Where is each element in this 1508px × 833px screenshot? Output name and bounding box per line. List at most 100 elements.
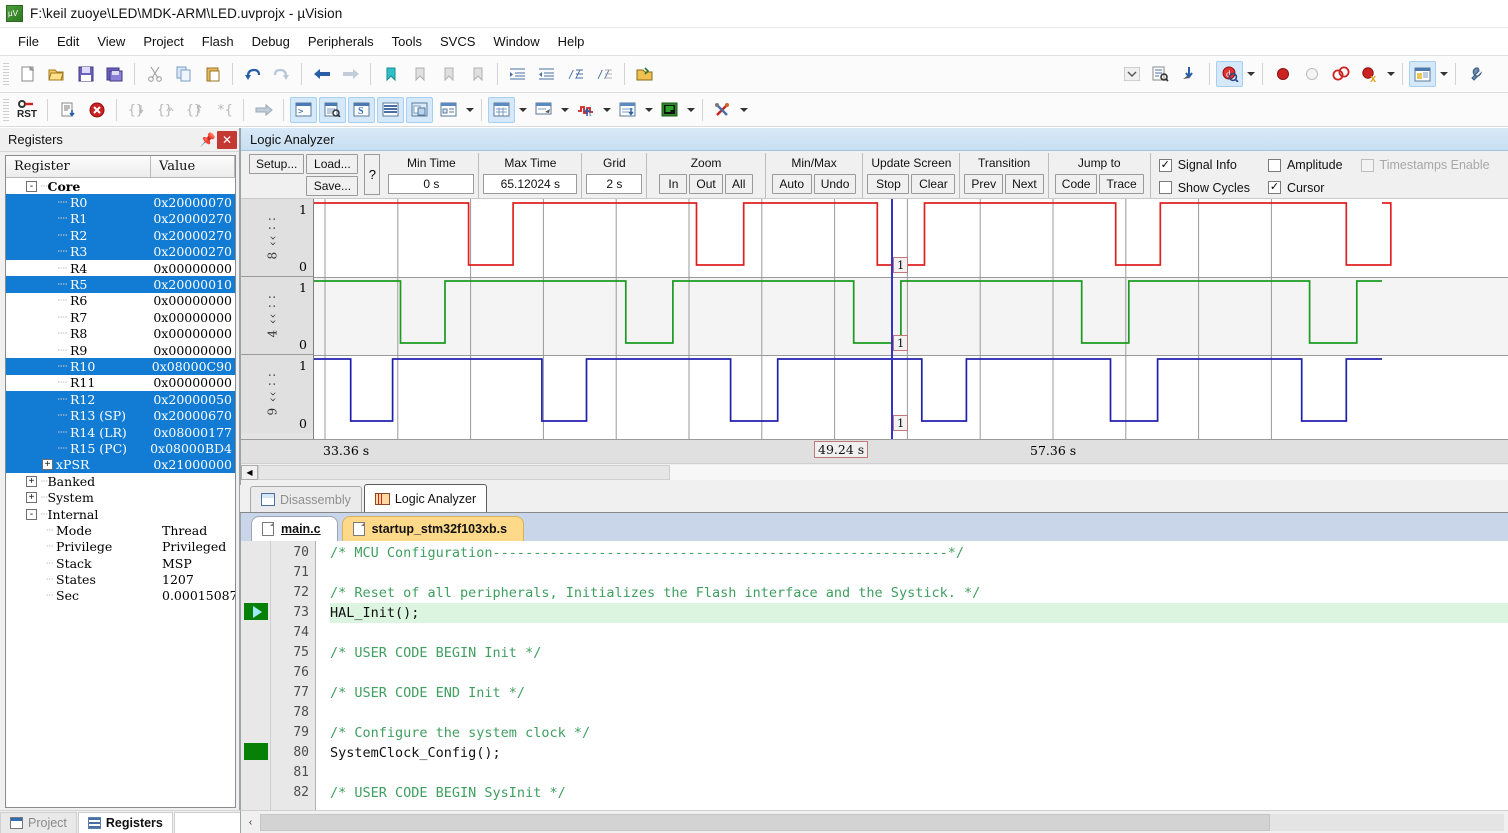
internal-row[interactable]: ‧‧‧ States 1207 — [6, 571, 235, 587]
register-row[interactable]: ‧‧‧‧ R3 0x20000270 — [6, 243, 235, 260]
memory-dropdown-icon[interactable] — [516, 97, 529, 123]
window-dropdown-icon[interactable] — [1437, 61, 1450, 87]
menu-peripherals[interactable]: Peripherals — [299, 31, 383, 52]
expander-core[interactable]: - — [26, 180, 37, 192]
copy-icon[interactable] — [170, 61, 197, 87]
step-out-icon[interactable]: {} — [181, 97, 208, 123]
save-button[interactable]: Save... — [306, 176, 359, 196]
code-line[interactable]: /* USER CODE BEGIN SysInit */ — [330, 783, 1508, 803]
menu-help[interactable]: Help — [549, 31, 594, 52]
step-into-icon[interactable]: {} — [123, 97, 150, 123]
menu-project[interactable]: Project — [134, 31, 192, 52]
dock-tab-registers[interactable]: Registers — [77, 812, 173, 833]
new-file-icon[interactable] — [14, 61, 41, 87]
find-in-files-icon[interactable] — [1147, 61, 1174, 87]
internal-row[interactable]: ‧‧‧ Stack MSP — [6, 555, 235, 571]
tree-node-core[interactable]: - ‧‧‧ Core — [6, 178, 235, 194]
code-line[interactable]: SystemClock_Config(); — [330, 743, 1508, 763]
paste-icon[interactable] — [199, 61, 226, 87]
executable-line-marker[interactable] — [244, 743, 268, 760]
save-all-icon[interactable] — [101, 61, 128, 87]
internal-row[interactable]: ‧‧‧ Privilege Privileged — [6, 539, 235, 555]
serial-dropdown-icon[interactable] — [558, 97, 571, 123]
registers-window-icon[interactable] — [377, 96, 404, 123]
show-next-statement-icon[interactable] — [250, 97, 277, 123]
expander-system[interactable]: + — [26, 492, 37, 504]
register-row[interactable]: ‧‧‧‧ R12 0x20000050 — [6, 391, 235, 408]
registers-tree[interactable]: Register Value - ‧‧‧ Core ‧‧‧‧ R0 0x200000… — [5, 155, 236, 808]
register-row[interactable]: ‧‧‧‧ R15 (PC) 0x08000BD4 — [6, 440, 235, 457]
tab-logic-analyzer[interactable]: Logic Analyzer — [363, 484, 488, 512]
open-file-icon[interactable] — [43, 61, 70, 87]
code-line[interactable] — [330, 703, 1508, 723]
checkbox-amplitude[interactable]: Amplitude — [1267, 158, 1343, 172]
tree-node-system[interactable]: + ‧‧‧ System — [6, 489, 235, 505]
navigate-forward-icon[interactable] — [337, 61, 364, 87]
disable-breakpoint-icon[interactable] — [1327, 61, 1354, 87]
code-line[interactable] — [330, 563, 1508, 583]
setup-button[interactable]: Setup... — [249, 154, 305, 174]
remove-breakpoint-icon[interactable] — [1298, 61, 1325, 87]
tab-disassembly[interactable]: Disassembly — [250, 486, 362, 512]
jump-trace-button[interactable]: Trace — [1099, 174, 1144, 194]
navigate-back-icon[interactable] — [308, 61, 335, 87]
reset-cpu-icon[interactable]: RST — [14, 97, 41, 123]
transition-next-button[interactable]: Next — [1005, 174, 1044, 194]
scroll-track[interactable] — [260, 813, 1504, 831]
code-area[interactable]: 70 71 72 73 74 75 76 77 78 79 80 81 82 /* MCU Config… — [241, 541, 1508, 810]
dock-tab-project[interactable]: Project — [0, 812, 77, 833]
file-tab-main-c[interactable]: main.c — [251, 516, 338, 541]
register-row[interactable]: ‧‧‧‧ R9 0x00000000 — [6, 342, 235, 358]
menu-file[interactable]: File — [9, 31, 48, 52]
menu-tools[interactable]: Tools — [383, 31, 431, 52]
checkbox-signal-info[interactable]: ✓ Signal Info — [1158, 158, 1250, 172]
internal-row[interactable]: ‧‧‧ Mode Thread — [6, 522, 235, 538]
code-line[interactable] — [330, 763, 1508, 783]
signal-label-4[interactable]: 4 ‹‹ ∶ ∶ 1 0 — [241, 277, 313, 355]
minmax-undo-button[interactable]: Undo — [813, 174, 857, 194]
code-line[interactable]: /* USER CODE BEGIN Init */ — [330, 643, 1508, 663]
register-row[interactable]: ‧‧‧‧ R13 (SP) 0x20000670 — [6, 407, 235, 424]
code-line[interactable] — [330, 623, 1508, 643]
code-line[interactable]: HAL_Init(); — [330, 603, 1508, 623]
min-time-field[interactable]: 0 s — [388, 174, 475, 194]
redo-icon[interactable] — [268, 61, 295, 87]
bookmark-toggle-icon[interactable] — [377, 61, 404, 87]
code-line[interactable] — [330, 663, 1508, 683]
cursor-line[interactable] — [891, 199, 893, 439]
watch-window-icon[interactable] — [435, 97, 462, 123]
logic-analyzer-hscrollbar[interactable]: ◀ — [241, 463, 1508, 480]
register-row[interactable]: ‧‧‧‧ R8 0x00000000 — [6, 326, 235, 342]
tree-node-banked[interactable]: + ‧‧‧ Banked — [6, 473, 235, 489]
system-viewer-dropdown-icon[interactable] — [684, 97, 697, 123]
trace-window-icon[interactable] — [614, 97, 641, 123]
register-row[interactable]: ‧‧‧‧ R14 (LR) 0x08000177 — [6, 423, 235, 441]
run-to-cursor-icon[interactable]: *{} — [210, 97, 237, 123]
configure-target-icon[interactable] — [1462, 61, 1489, 87]
register-row[interactable]: ‧‧‧‧ R1 0x20000270 — [6, 210, 235, 228]
menu-view[interactable]: View — [88, 31, 134, 52]
toolbox-icon[interactable] — [709, 97, 736, 123]
uncomment-icon[interactable]: // — [591, 61, 618, 87]
step-over-icon[interactable]: {} — [152, 97, 179, 123]
menu-window[interactable]: Window — [484, 31, 548, 52]
analysis-dropdown-icon[interactable] — [600, 97, 613, 123]
toolbox-dropdown-icon[interactable] — [737, 97, 750, 123]
register-row[interactable]: ‧‧‧‧ R0 0x20000070 — [6, 194, 235, 211]
window-manage-icon[interactable] — [1409, 61, 1436, 87]
load-button[interactable]: Load... — [306, 154, 359, 174]
minmax-auto-button[interactable]: Auto — [771, 174, 812, 194]
register-row[interactable]: ‧‧‧‧ R11 0x00000000 — [6, 375, 235, 391]
file-tab-startup-s[interactable]: startup_stm32f103xb.s — [341, 516, 525, 541]
code-line[interactable]: /* Configure the system clock */ — [330, 723, 1508, 743]
code-line[interactable]: /* Reset of all peripherals, Initializes… — [330, 583, 1508, 603]
transition-prev-button[interactable]: Prev — [964, 174, 1004, 194]
scroll-left-icon[interactable]: ◀ — [241, 464, 258, 480]
menu-edit[interactable]: Edit — [48, 31, 88, 52]
register-row-xpsr[interactable]: + xPSR 0x21000000 — [6, 456, 235, 474]
save-icon[interactable] — [72, 61, 99, 87]
bookmark-prev-icon[interactable] — [406, 61, 433, 87]
checkbox-show-cycles[interactable]: Show Cycles — [1158, 181, 1250, 195]
internal-row[interactable]: ‧‧‧ Sec 0.00015087 — [6, 588, 236, 604]
max-time-field[interactable]: 65.12024 s — [483, 174, 578, 194]
